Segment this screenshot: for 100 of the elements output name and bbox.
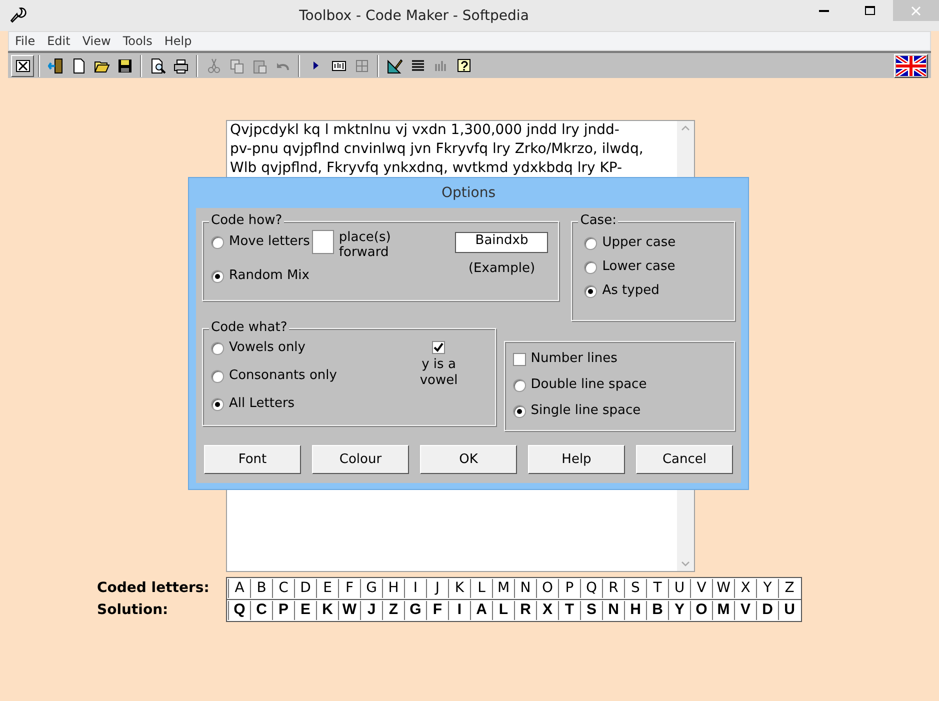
- row-label: Solution:: [97, 602, 168, 618]
- letter-cell: T: [646, 578, 668, 598]
- letter-cell: X: [734, 578, 756, 598]
- letter-cell: N: [514, 578, 536, 598]
- option-label: Move letters: [229, 234, 310, 250]
- letter-cell: Y: [756, 578, 778, 598]
- letter-cell: F: [426, 600, 448, 620]
- input-field[interactable]: [312, 230, 334, 254]
- paste-icon: [252, 58, 268, 74]
- letter-cell: W: [712, 578, 734, 598]
- exit-door-icon: [48, 58, 64, 74]
- toolbar-button[interactable]: [11, 54, 34, 76]
- menu-item[interactable]: File: [9, 32, 42, 50]
- window-title: Toolbox - Code Maker - Softpedia: [299, 7, 529, 26]
- wrench-icon: [9, 6, 27, 24]
- radio-button[interactable]: [584, 260, 598, 274]
- letter-cell: L: [492, 600, 514, 620]
- dialog-title: Options: [441, 184, 496, 202]
- radio-button[interactable]: [512, 404, 526, 418]
- close-box-icon: [14, 58, 30, 74]
- letter-cell: K: [316, 600, 338, 620]
- letter-cell: J: [360, 600, 382, 620]
- letter-cell: M: [712, 600, 734, 620]
- minimize-icon: [819, 10, 829, 12]
- menu-item[interactable]: Tools: [116, 32, 158, 50]
- letter-cell: B: [646, 600, 668, 620]
- letter-cell: D: [294, 578, 316, 598]
- dialog-button[interactable]: Cancel: [636, 445, 733, 474]
- text-line: Wlb qvjpflnd, Fkryvfq ynkxdnq, wvtkmd ydxkbdq lry KP-: [230, 160, 622, 176]
- checkbox[interactable]: [432, 341, 446, 354]
- letter-cell: U: [778, 600, 800, 620]
- option-label: Lower case: [602, 259, 676, 275]
- letter-cell: A: [470, 600, 492, 620]
- letter-cell: F: [338, 578, 360, 598]
- option-label: As typed: [602, 283, 660, 299]
- radio-button[interactable]: [211, 398, 224, 410]
- letter-cell: Y: [668, 600, 690, 620]
- letter-cell: E: [294, 600, 316, 620]
- letter-cell: C: [272, 578, 294, 598]
- letter-cell: H: [382, 578, 404, 598]
- dialog-button[interactable]: Help: [528, 445, 625, 474]
- checkbox[interactable]: [512, 352, 526, 366]
- letter-cell: D: [756, 600, 778, 620]
- close-icon: [911, 6, 921, 16]
- copy-icon: [228, 58, 244, 74]
- radio-button[interactable]: [211, 370, 224, 382]
- radio-button[interactable]: [211, 270, 224, 282]
- letter-cell: Q: [580, 578, 602, 598]
- radio-button[interactable]: [512, 378, 526, 392]
- letter-cell: E: [316, 578, 338, 598]
- letter-cell: Q: [228, 600, 250, 620]
- letter-cell: O: [536, 578, 558, 598]
- letter-cell: M: [492, 578, 514, 598]
- letter-cell: I: [404, 578, 426, 598]
- print-icon: [172, 58, 188, 74]
- letter-cell: L: [470, 578, 492, 598]
- letter-cell: R: [514, 600, 536, 620]
- letter-cell: J: [426, 578, 448, 598]
- menu-item[interactable]: View: [76, 32, 117, 50]
- print-preview-icon: [150, 58, 166, 74]
- letter-cell: R: [602, 578, 624, 598]
- language-button[interactable]: [894, 54, 928, 78]
- option-label: Random Mix: [229, 268, 310, 284]
- text-line: pv-pnu qvjpflnd cnvinlwq jvn Fkryvfq lry Zrko/Mkrzo, ilwdq,: [230, 141, 644, 157]
- letter-cell: B: [250, 578, 272, 598]
- dialog-button[interactable]: Colour: [312, 445, 409, 474]
- align-icon: [410, 58, 426, 74]
- menu-item[interactable]: Edit: [41, 32, 76, 50]
- letter-cell: S: [624, 578, 646, 598]
- new-document-icon: [70, 58, 86, 74]
- option-label: Upper case: [602, 235, 676, 251]
- letter-cell: P: [558, 578, 580, 598]
- option-label: y is a vowel: [418, 357, 459, 389]
- menu-item[interactable]: Help: [158, 32, 198, 50]
- letter-cell: P: [272, 600, 294, 620]
- option-label: All Letters: [229, 396, 295, 412]
- field-label: place(s) forward: [338, 230, 392, 260]
- dialog-button[interactable]: OK: [420, 445, 517, 474]
- row-label: Coded letters:: [97, 580, 210, 596]
- option-label: Consonants only: [229, 368, 337, 384]
- letter-cell: A: [228, 578, 250, 598]
- letter-cell: T: [558, 600, 580, 620]
- dialog-button[interactable]: Font: [204, 445, 301, 474]
- radio-button[interactable]: [211, 236, 224, 248]
- letter-cell: S: [580, 600, 602, 620]
- text-line: Qvjpcdykl kq l mktnlnu vj vxdn 1,300,000 jndd lry jndd-: [230, 122, 620, 138]
- letter-cell: I: [448, 600, 470, 620]
- option-label: Vowels only: [229, 340, 306, 356]
- option-label: Number lines: [530, 351, 618, 367]
- letter-cell: C: [250, 600, 272, 620]
- flag-icon: [896, 56, 926, 76]
- letter-cell: N: [602, 600, 624, 620]
- letter-cell: G: [360, 578, 382, 598]
- letter-cell: Z: [382, 600, 404, 620]
- letter-cell: G: [404, 600, 426, 620]
- save-icon: [116, 58, 132, 74]
- radio-button[interactable]: [584, 284, 598, 298]
- radio-button[interactable]: [211, 342, 224, 354]
- radio-button[interactable]: [584, 236, 598, 250]
- letter-cell: U: [668, 578, 690, 598]
